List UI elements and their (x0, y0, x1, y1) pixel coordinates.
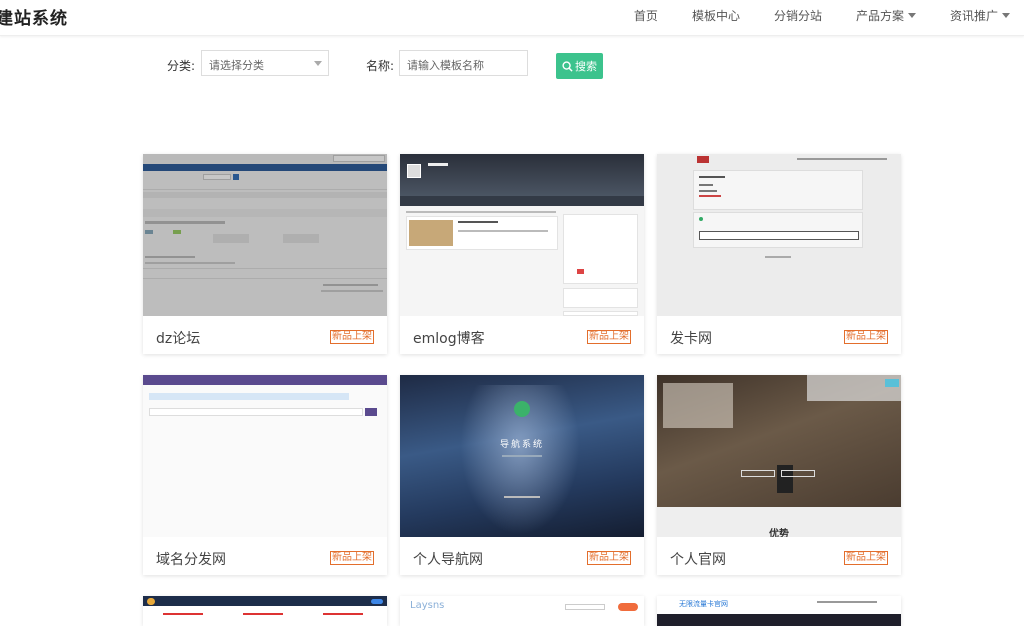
template-card-partial-3[interactable]: 无限流量卡官网 (657, 596, 901, 626)
name-input[interactable]: 请输入模板名称 (399, 50, 528, 76)
template-name: 发卡网 (670, 331, 712, 347)
new-badge: 新品上架 (844, 330, 888, 344)
template-card-faka[interactable]: 发卡网 新品上架 (657, 154, 901, 354)
nav-home-label: 首页 (633, 8, 658, 23)
category-select[interactable]: 请选择分类 (201, 50, 329, 76)
top-navbar: 建站系统 首页 模板中心 分销分站 产品方案 资讯推广 (0, 0, 1024, 36)
nav-template-center-label: 模板中心 (691, 8, 740, 23)
nav-distribution[interactable]: 分销分站 (774, 7, 822, 24)
template-card-dz[interactable]: dz论坛 新品上架 (143, 154, 387, 354)
chevron-down-icon (907, 12, 916, 18)
nav-news-label: 资讯推广 (949, 8, 998, 23)
template-thumbnail[interactable] (400, 154, 644, 316)
template-card-official[interactable]: 优势 个人官网 新品上架 (657, 375, 901, 575)
template-thumbnail[interactable]: Laysns (400, 596, 644, 626)
name-input-placeholder: 请输入模板名称 (407, 59, 484, 72)
new-badge: 新品上架 (587, 330, 631, 344)
name-label: 名称: (366, 59, 395, 73)
category-label: 分类: (167, 59, 196, 73)
chevron-down-icon (314, 61, 322, 66)
nav-home[interactable]: 首页 (634, 7, 658, 24)
nav-products[interactable]: 产品方案 (856, 7, 916, 24)
template-name: dz论坛 (156, 331, 201, 347)
template-name: 个人官网 (670, 552, 726, 568)
template-name: 个人导航网 (413, 552, 483, 568)
partial-thumb-brand: 无限流量卡官网 (679, 600, 728, 608)
new-badge: 新品上架 (330, 551, 374, 565)
template-thumbnail[interactable] (143, 154, 387, 316)
thumb-caption: 优势 (769, 529, 789, 537)
template-thumbnail[interactable] (657, 154, 901, 316)
nav-distribution-label: 分销分站 (773, 8, 822, 23)
template-card-emlog[interactable]: emlog博客 新品上架 (400, 154, 644, 354)
main-nav: 首页 模板中心 分销分站 产品方案 资讯推广 (600, 0, 1010, 30)
nav-news[interactable]: 资讯推广 (950, 7, 1010, 24)
search-button-label: 搜索 (575, 60, 597, 73)
template-name: emlog博客 (413, 331, 485, 347)
nav-products-label: 产品方案 (855, 8, 904, 23)
category-select-value: 请选择分类 (209, 59, 264, 72)
search-icon (562, 60, 573, 72)
brand-logo[interactable]: 建站系统 (0, 4, 68, 29)
new-badge: 新品上架 (330, 330, 374, 344)
partial-thumb-brand: Laysns (410, 600, 445, 611)
thumb-title: 导航系统 (499, 440, 544, 450)
template-card-partial-2[interactable]: Laysns (400, 596, 644, 626)
template-thumbnail[interactable]: 无限流量卡官网 (657, 596, 901, 626)
new-badge: 新品上架 (587, 551, 631, 565)
template-thumbnail[interactable]: 导航系统 (400, 375, 644, 537)
chevron-down-icon (1002, 12, 1010, 18)
search-button[interactable]: 搜索 (556, 53, 603, 79)
template-thumbnail[interactable]: 优势 (657, 375, 901, 537)
template-card-domain[interactable]: 域名分发网 新品上架 (143, 375, 387, 575)
template-thumbnail[interactable] (143, 596, 387, 626)
filter-bar: 分类: 请选择分类 名称: 请输入模板名称 搜索 (0, 49, 1024, 81)
new-badge: 新品上架 (844, 551, 888, 565)
template-card-navigation[interactable]: 导航系统 个人导航网 新品上架 (400, 375, 644, 575)
template-name: 域名分发网 (156, 552, 226, 568)
template-card-partial-1[interactable] (143, 596, 387, 626)
template-thumbnail[interactable] (143, 375, 387, 537)
nav-template-center[interactable]: 模板中心 (692, 7, 740, 24)
